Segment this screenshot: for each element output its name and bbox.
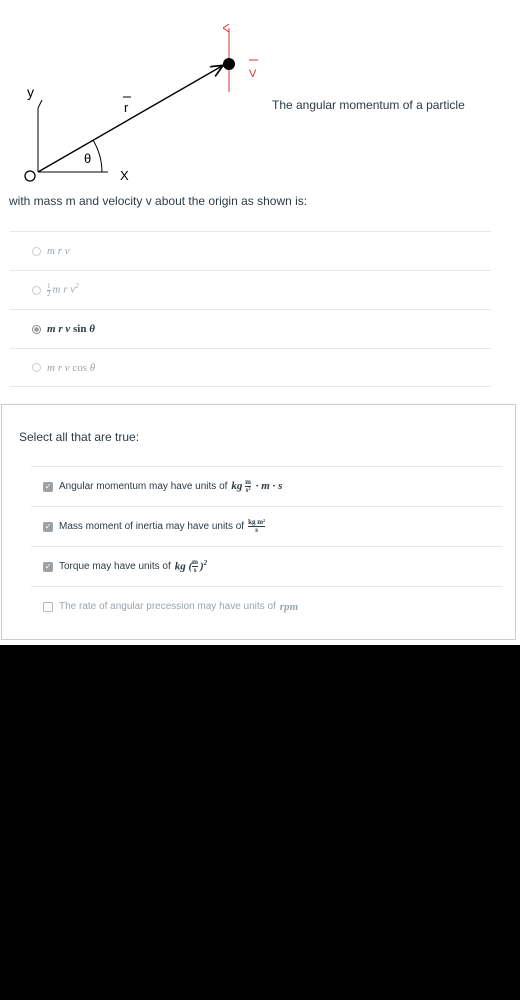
option-text: Mass moment of inertia may have units of xyxy=(59,521,245,532)
answer-option[interactable]: 12m r v2 xyxy=(10,270,491,309)
particle xyxy=(223,58,235,70)
answer-expression: m r v sin θ xyxy=(47,323,95,335)
unit-expression: kg m s² · m · s xyxy=(231,478,283,494)
question2-prompt: Select all that are true: xyxy=(19,430,140,444)
answer-option[interactable]: m r v cos θ xyxy=(10,348,491,387)
answer-expression: 12m r v2 xyxy=(47,281,79,298)
radio-button[interactable] xyxy=(32,246,41,256)
answer-expression: m r v cos θ xyxy=(47,361,96,374)
answer-option[interactable]: m r v sin θ xyxy=(10,309,491,348)
fraction: 12 xyxy=(47,281,51,298)
answer-expression: m r v xyxy=(47,245,70,257)
option-text: The rate of angular precession may have … xyxy=(59,601,276,612)
question2-panel: Select all that are true: ✓ Angular mome… xyxy=(1,404,516,640)
checkbox-option[interactable]: The rate of angular precession may have … xyxy=(31,586,502,626)
checkbox-option[interactable]: ✓ Mass moment of inertia may have units … xyxy=(31,506,502,546)
y-axis-tick xyxy=(37,99,43,109)
checkbox-option[interactable]: ✓ Angular momentum may have units of kg … xyxy=(31,466,502,506)
x-label: X xyxy=(120,168,129,183)
radio-button[interactable] xyxy=(32,285,41,295)
checkbox-option[interactable]: ✓ Torque may have units of kg (m s)2 xyxy=(31,546,502,586)
position-vector xyxy=(37,66,222,173)
empty-black-area xyxy=(0,645,520,1000)
unit-expression: rpm xyxy=(279,600,299,613)
fraction: m s² xyxy=(245,478,252,494)
checkbox-unchecked[interactable] xyxy=(43,601,53,612)
checkbox-checked[interactable]: ✓ xyxy=(43,521,53,532)
checkbox-checked[interactable]: ✓ xyxy=(43,481,53,492)
answer-option[interactable]: m r v xyxy=(10,231,491,270)
theta-label: θ xyxy=(84,151,91,166)
fraction: kg m² s xyxy=(248,518,266,534)
v-label: V xyxy=(249,68,257,80)
origin-marker xyxy=(24,170,36,182)
y-label: y xyxy=(27,84,34,100)
question1-text-continued: with mass m and velocity v about the ori… xyxy=(9,194,308,208)
radio-button-selected[interactable] xyxy=(32,324,41,334)
question1-answers: m r v 12m r v2 m r v sin θ m r v cos θ xyxy=(10,231,491,387)
unit-expression: kg (m s)2 xyxy=(174,558,208,575)
option-text: Angular momentum may have units of xyxy=(59,481,228,492)
option-text: Torque may have units of xyxy=(59,561,171,572)
theta-arc xyxy=(92,139,103,173)
question2-options: ✓ Angular momentum may have units of kg … xyxy=(31,466,502,626)
angular-momentum-diagram: y X θ r V xyxy=(24,0,258,183)
unit-expression: kg m² s xyxy=(248,519,267,534)
fraction: ms xyxy=(192,558,198,575)
checkbox-checked[interactable]: ✓ xyxy=(43,561,53,572)
r-label: r xyxy=(124,100,129,115)
quiz-page: y X θ r V The angular momentum of a part… xyxy=(0,0,520,645)
radio-button[interactable] xyxy=(32,363,41,372)
question1-text: The angular momentum of a particle xyxy=(272,98,465,112)
